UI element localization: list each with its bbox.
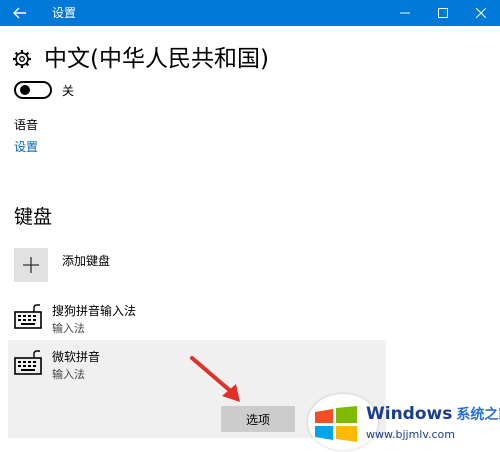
toggle-knob <box>20 85 30 95</box>
maximize-button[interactable] <box>426 0 460 26</box>
add-keyboard-button[interactable]: 添加键盘 <box>14 248 110 288</box>
red-arrow-annotation <box>190 356 240 402</box>
toggle-switch[interactable] <box>14 81 52 99</box>
close-button[interactable] <box>464 0 498 26</box>
windows-logo-icon <box>315 406 357 442</box>
minimize-button[interactable] <box>388 0 422 26</box>
options-button[interactable]: 选项 <box>221 406 295 432</box>
keyboard-item-sogou[interactable]: 搜狗拼音输入法 输入法 <box>8 294 386 344</box>
keyboard-heading: 键盘 <box>14 206 53 228</box>
title-bar: 设置 <box>0 0 500 26</box>
toggle-row: 关 <box>14 80 74 100</box>
keyboard-icon <box>14 350 44 376</box>
watermark-brand-cn: 系统之家 <box>456 407 500 423</box>
window-title: 设置 <box>52 6 77 20</box>
toggle-label: 关 <box>62 83 75 98</box>
speech-settings-link[interactable]: 设置 <box>14 138 38 155</box>
watermark: Windows系统之家 www.bjjmlv.com <box>298 386 500 452</box>
watermark-brand-en: Windows <box>366 404 453 424</box>
close-icon <box>476 8 486 18</box>
page-title: 中文(中华人民共和国) <box>44 46 269 72</box>
add-keyboard-label: 添加键盘 <box>62 254 111 268</box>
add-keyboard-box <box>14 248 48 282</box>
keyboard-item-type: 输入法 <box>52 322 85 335</box>
gear-icon <box>12 48 34 70</box>
maximize-icon <box>438 8 448 18</box>
page-header: 中文(中华人民共和国) <box>12 42 269 76</box>
back-button[interactable] <box>0 0 40 26</box>
watermark-url: www.bjjmlv.com <box>366 428 455 441</box>
watermark-brand: Windows系统之家 <box>366 404 500 424</box>
plus-icon <box>23 257 39 273</box>
speech-label: 语音 <box>14 118 39 132</box>
keyboard-item-name: 搜狗拼音输入法 <box>52 304 137 318</box>
minimize-icon <box>400 12 410 14</box>
keyboard-icon <box>14 304 44 330</box>
keyboard-item-type: 输入法 <box>52 368 85 381</box>
back-arrow-icon <box>13 7 26 19</box>
keyboard-item-name: 微软拼音 <box>52 350 101 364</box>
